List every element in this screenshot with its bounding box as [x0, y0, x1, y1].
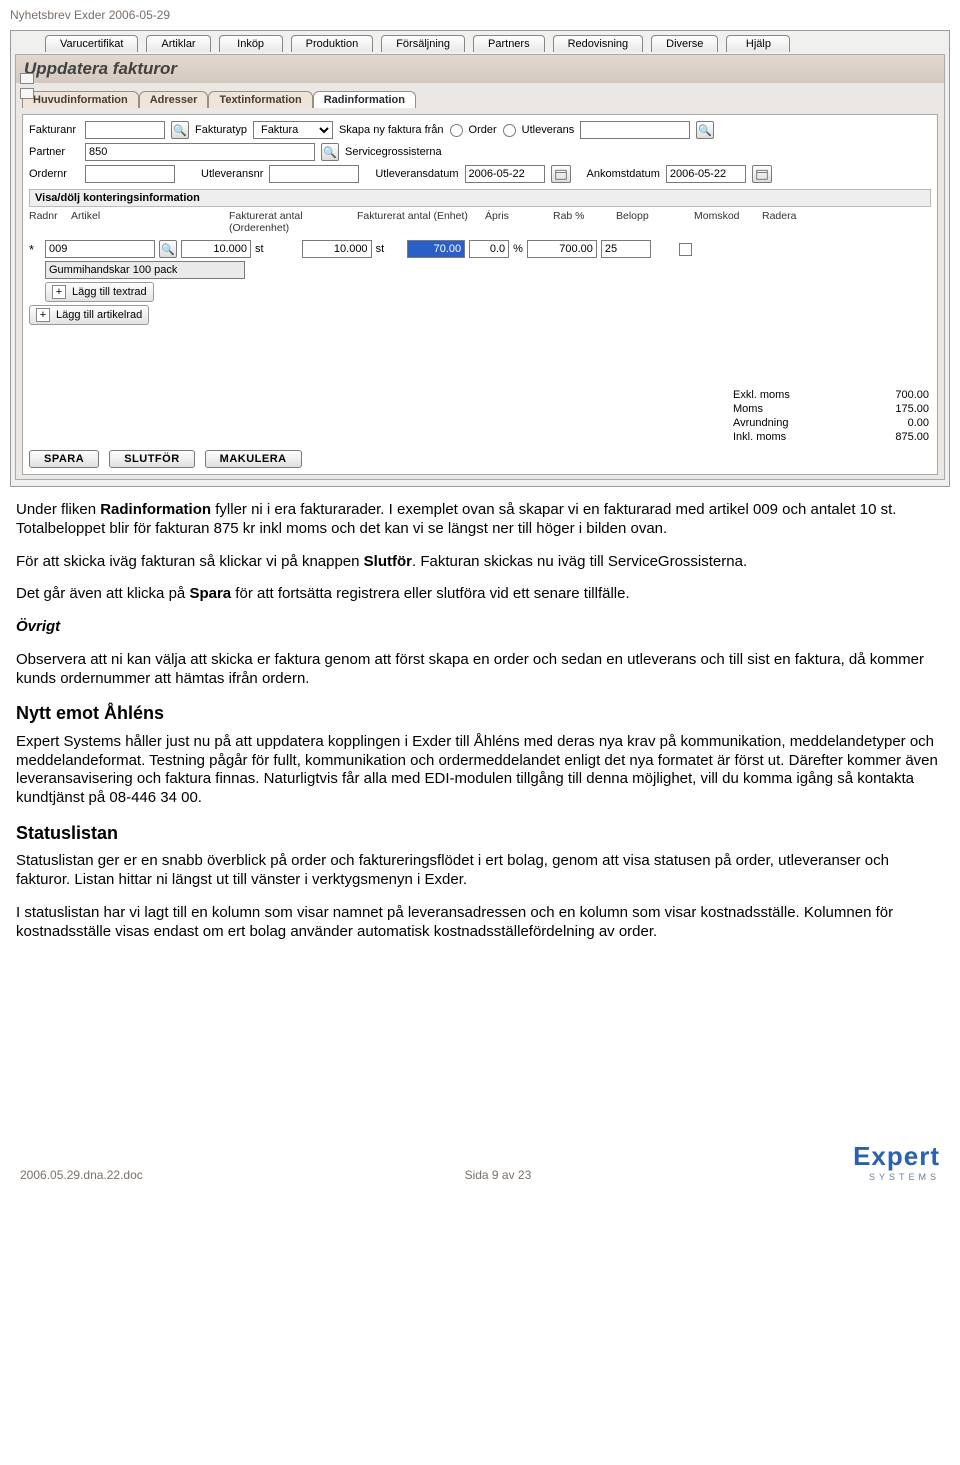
- col-fakt-order: Fakturerat antal (Orderenhet): [229, 210, 349, 234]
- sub-tabs: Huvudinformation Adresser Textinformatio…: [22, 91, 938, 108]
- heading-ovrigt: Övrigt: [16, 618, 944, 637]
- footer-page: Sida 9 av 23: [465, 1168, 532, 1182]
- col-artikel: Artikel: [71, 210, 221, 234]
- line-unit2: st: [376, 243, 385, 255]
- heading-statuslistan: Statuslistan: [16, 822, 944, 845]
- tab-forsaljning[interactable]: Försäljning: [381, 35, 465, 52]
- app-window: Varucertifikat Artiklar Inköp Produktion…: [10, 30, 950, 487]
- line-marker: *: [29, 242, 41, 257]
- doc-header: Nyhetsbrev Exder 2006-05-29: [10, 8, 950, 22]
- skapa-ref-input[interactable]: [580, 121, 690, 139]
- inkl-value: 875.00: [895, 431, 929, 443]
- left-toolbar: [20, 73, 34, 99]
- ordernr-label: Ordernr: [29, 168, 79, 180]
- utlevdat-input[interactable]: [465, 165, 545, 183]
- line-unit1: st: [255, 243, 264, 255]
- utlevnr-input[interactable]: [269, 165, 359, 183]
- col-radera: Radera: [762, 210, 807, 234]
- fakturanr-search-icon[interactable]: 🔍: [171, 121, 189, 139]
- add-textrow-button[interactable]: +Lägg till textrad: [45, 282, 154, 302]
- utlevdat-label: Utleveransdatum: [375, 168, 458, 180]
- col-apris: Ápris: [485, 210, 545, 234]
- tab-produktion[interactable]: Produktion: [291, 35, 374, 52]
- ankomst-calendar-icon[interactable]: [752, 165, 772, 183]
- ordernr-input[interactable]: [85, 165, 175, 183]
- partner-search-icon[interactable]: 🔍: [321, 143, 339, 161]
- moms-value: 175.00: [895, 403, 929, 415]
- tab-hjalp[interactable]: Hjälp: [726, 35, 790, 52]
- line-belopp-input[interactable]: [527, 240, 597, 258]
- line-delete-checkbox[interactable]: [679, 243, 692, 256]
- fakturanr-label: Fakturanr: [29, 124, 79, 136]
- line-rab-input[interactable]: [469, 240, 509, 258]
- plus-icon: +: [52, 285, 66, 299]
- inkl-label: Inkl. moms: [733, 431, 786, 443]
- line-qty-order-input[interactable]: [181, 240, 251, 258]
- exkl-label: Exkl. moms: [733, 389, 790, 401]
- tab-artiklar[interactable]: Artiklar: [146, 35, 210, 52]
- col-belopp: Belopp: [616, 210, 686, 234]
- kontering-toggle[interactable]: Visa/dölj konteringsinformation: [29, 189, 931, 207]
- line-qty-enhet-input[interactable]: [302, 240, 372, 258]
- line-artikel-search-icon[interactable]: 🔍: [159, 240, 177, 258]
- ankomst-label: Ankomstdatum: [587, 168, 660, 180]
- partner-input[interactable]: [85, 143, 315, 161]
- partner-label: Partner: [29, 146, 79, 158]
- slutfor-button[interactable]: SLUTFÖR: [109, 450, 194, 468]
- makulera-button[interactable]: MAKULERA: [205, 450, 302, 468]
- main-tab-bar: Varucertifikat Artiklar Inköp Produktion…: [15, 35, 945, 54]
- subtab-huvudinformation[interactable]: Huvudinformation: [22, 91, 139, 108]
- skapa-label: Skapa ny faktura från: [339, 124, 444, 136]
- ankomst-input[interactable]: [666, 165, 746, 183]
- radio-order[interactable]: [450, 124, 463, 137]
- moms-label: Moms: [733, 403, 763, 415]
- tab-varucertifikat[interactable]: Varucertifikat: [45, 35, 138, 52]
- invoice-line: * 🔍 st st %: [29, 240, 931, 258]
- totals-box: Exkl. moms 700.00 Moms 175.00 Avrundning 0.…: [731, 388, 931, 444]
- avr-value: 0.00: [908, 417, 929, 429]
- radio-utleverans[interactable]: [503, 124, 516, 137]
- col-momskod: Momskod: [694, 210, 754, 234]
- list-icon[interactable]: [20, 88, 34, 99]
- col-fakt-enhet: Fakturerat antal (Enhet): [357, 210, 477, 234]
- partner-name: Servicegrossisterna: [345, 146, 442, 158]
- col-rab: Rab %: [553, 210, 608, 234]
- skapa-ref-search-icon[interactable]: 🔍: [696, 121, 714, 139]
- radio-utleverans-label: Utleverans: [522, 124, 575, 136]
- article-body: Under fliken Radinformation fyller ni i …: [16, 501, 944, 941]
- line-desc: [45, 261, 245, 279]
- home-icon[interactable]: [20, 73, 34, 84]
- panel-title: Uppdatera fakturor: [16, 55, 944, 83]
- utlevdat-calendar-icon[interactable]: [551, 165, 571, 183]
- utlevnr-label: Utleveransnr: [201, 168, 263, 180]
- logo-subtext: SYSTEMS: [853, 1172, 940, 1182]
- footer-filename: 2006.05.29.dna.22.doc: [20, 1168, 143, 1182]
- exkl-value: 700.00: [895, 389, 929, 401]
- spara-button[interactable]: SPARA: [29, 450, 99, 468]
- plus-icon: +: [36, 308, 50, 322]
- col-radnr: Radnr: [29, 210, 63, 234]
- tab-diverse[interactable]: Diverse: [651, 35, 718, 52]
- add-artikelrow-button[interactable]: +Lägg till artikelrad: [29, 305, 149, 325]
- subtab-radinformation[interactable]: Radinformation: [313, 91, 416, 108]
- line-artikel-input[interactable]: [45, 240, 155, 258]
- fakturatyp-select[interactable]: Faktura: [253, 121, 333, 139]
- radio-order-label: Order: [469, 124, 497, 136]
- pct-label: %: [513, 243, 523, 255]
- fakturatyp-label: Fakturatyp: [195, 124, 247, 136]
- fakturanr-input[interactable]: [85, 121, 165, 139]
- footer-logo: Expert SYSTEMS: [853, 1141, 940, 1182]
- tab-redovisning[interactable]: Redovisning: [553, 35, 644, 52]
- line-apris-input[interactable]: [407, 240, 465, 258]
- line-momskod-input[interactable]: [601, 240, 651, 258]
- tab-partners[interactable]: Partners: [473, 35, 545, 52]
- tab-inkop[interactable]: Inköp: [219, 35, 283, 52]
- line-columns: Radnr Artikel Fakturerat antal (Orderenh…: [29, 207, 931, 237]
- avr-label: Avrundning: [733, 417, 788, 429]
- heading-ahlens: Nytt emot Åhléns: [16, 702, 944, 725]
- subtab-textinformation[interactable]: Textinformation: [208, 91, 312, 108]
- logo-text: Expert: [853, 1141, 940, 1172]
- subtab-adresser[interactable]: Adresser: [139, 91, 209, 108]
